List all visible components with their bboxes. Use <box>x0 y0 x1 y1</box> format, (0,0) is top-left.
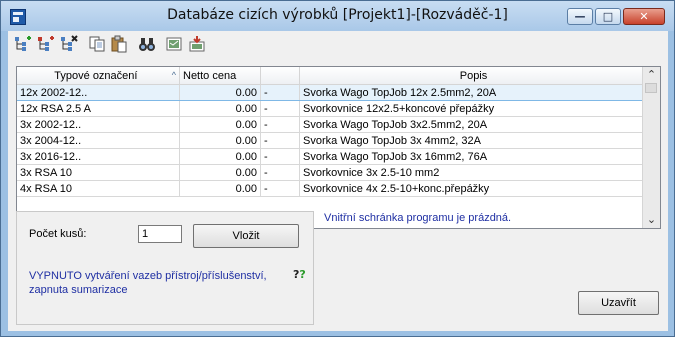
paste-icon <box>111 35 127 53</box>
tree-add-button[interactable] <box>14 35 32 53</box>
column-header-price[interactable]: Netto cena <box>179 67 261 85</box>
insert-options-group: Počet kusů: Vložit VYPNUTO vytváření vaz… <box>16 211 314 325</box>
cell-type: 12x RSA 2.5 A <box>17 100 180 117</box>
cell-description: Svorka Wago TopJob 3x 16mm2, 76A <box>299 148 648 165</box>
cell-type: 12x 2002-12.. <box>17 84 180 101</box>
scroll-up-icon[interactable]: ⌃ <box>643 67 660 83</box>
cell-separator: - <box>260 164 300 181</box>
cell-price: 0.00 <box>179 132 261 149</box>
dialog-window: Databáze cizích výrobků [Projekt1]-[Rozv… <box>0 0 675 337</box>
table-row[interactable]: 12x RSA 2.5 A 0.00 - Svorkovnice 12x2.5+… <box>17 100 648 117</box>
cell-type: 3x RSA 10 <box>17 164 180 181</box>
products-table[interactable]: Typové označení ^ Netto cena Popis 12x 2… <box>16 66 661 229</box>
column-header-type[interactable]: Typové označení ^ <box>17 67 180 85</box>
products-grid: Typové označení ^ Netto cena Popis 12x 2… <box>17 67 648 197</box>
table-row[interactable]: 12x 2002-12.. 0.00 - Svorka Wago TopJob … <box>17 84 648 101</box>
tree-add-icon <box>15 36 31 51</box>
scroll-thumb[interactable] <box>645 83 657 93</box>
minimize-icon: — <box>574 10 586 23</box>
cell-description: Svorkovnice 3x 2.5-10 mm2 <box>299 164 648 181</box>
help-mark-icon: ? <box>299 268 306 281</box>
table-row[interactable]: 3x 2016-12.. 0.00 - Svorka Wago TopJob 3… <box>17 148 648 165</box>
copy-button[interactable] <box>88 35 106 53</box>
cell-description: Svorkovnice 4x 2.5-10+konc.přepážky <box>299 180 648 197</box>
cell-type: 3x 2016-12.. <box>17 148 180 165</box>
cell-price: 0.00 <box>179 164 261 181</box>
insert-button[interactable]: Vložit <box>193 224 299 248</box>
cell-description: Svorkovnice 12x2.5+koncové přepážky <box>299 100 648 117</box>
table-row[interactable]: 3x 2004-12.. 0.00 - Svorka Wago TopJob 3… <box>17 132 648 149</box>
table-row[interactable]: 3x 2002-12.. 0.00 - Svorka Wago TopJob 3… <box>17 116 648 133</box>
toolbar <box>8 31 668 57</box>
cell-type: 3x 2002-12.. <box>17 116 180 133</box>
tree-insert-button[interactable] <box>37 35 55 53</box>
cell-description: Svorka Wago TopJob 3x2.5mm2, 20A <box>299 116 648 133</box>
tree-delete-icon <box>61 35 78 51</box>
close-button[interactable]: Uzavřít <box>578 291 659 315</box>
column-header-description[interactable]: Popis <box>299 67 648 85</box>
cell-type: 3x 2004-12.. <box>17 132 180 149</box>
table-row[interactable]: 4x RSA 10 0.00 - Svorkovnice 4x 2.5-10+k… <box>17 180 648 197</box>
cell-description: Svorka Wago TopJob 3x 4mm2, 32A <box>299 132 648 149</box>
copy-icon <box>89 36 105 52</box>
maximize-button[interactable]: □ <box>595 8 621 25</box>
cell-separator: - <box>260 116 300 133</box>
table-header-row: Typové označení ^ Netto cena Popis <box>17 67 648 85</box>
cell-price: 0.00 <box>179 148 261 165</box>
cell-type: 4x RSA 10 <box>17 180 180 197</box>
import-icon <box>189 36 205 52</box>
dialog-client: Typové označení ^ Netto cena Popis 12x 2… <box>8 31 668 331</box>
maximize-icon: □ <box>602 10 614 23</box>
binoculars-search-icon <box>139 38 155 51</box>
cell-description: Svorka Wago TopJob 12x 2.5mm2, 20A <box>299 84 648 101</box>
status-text: VYPNUTO vytváření vazeb přístroj/přísluš… <box>29 270 267 296</box>
scroll-down-icon[interactable]: ⌄ <box>643 212 660 228</box>
paste-button[interactable] <box>110 35 128 53</box>
column-header-blank[interactable] <box>260 67 300 85</box>
column-header-type-label: Typové označení <box>54 69 138 82</box>
cell-price: 0.00 <box>179 100 261 117</box>
cell-price: 0.00 <box>179 116 261 133</box>
cell-price: 0.00 <box>179 84 261 101</box>
cell-price: 0.00 <box>179 180 261 197</box>
export-icon <box>166 37 182 51</box>
cell-separator: - <box>260 84 300 101</box>
table-row[interactable]: 3x RSA 10 0.00 - Svorkovnice 3x 2.5-10 m… <box>17 164 648 181</box>
minimize-button[interactable]: — <box>567 8 593 25</box>
table-vertical-scrollbar[interactable]: ⌃ ⌄ <box>642 67 660 228</box>
clipboard-status: Vnitřní schránka programu je prázdná. <box>324 212 512 224</box>
quantity-input[interactable] <box>138 225 182 243</box>
tree-insert-icon <box>38 36 54 51</box>
cell-separator: - <box>260 148 300 165</box>
search-button[interactable] <box>138 35 156 53</box>
export-button[interactable] <box>166 35 184 53</box>
title-bar[interactable]: Databáze cizích výrobků [Projekt1]-[Rozv… <box>1 1 674 31</box>
close-window-button[interactable]: ✕ <box>623 8 665 25</box>
cell-separator: - <box>260 180 300 197</box>
sort-ascending-icon: ^ <box>171 69 176 80</box>
cell-separator: - <box>260 132 300 149</box>
help-button[interactable]: ?? <box>293 268 306 281</box>
close-icon: ✕ <box>639 10 649 23</box>
quantity-label: Počet kusů: <box>29 228 87 240</box>
tree-delete-button[interactable] <box>60 35 78 53</box>
import-button[interactable] <box>189 35 207 53</box>
cell-separator: - <box>260 100 300 117</box>
